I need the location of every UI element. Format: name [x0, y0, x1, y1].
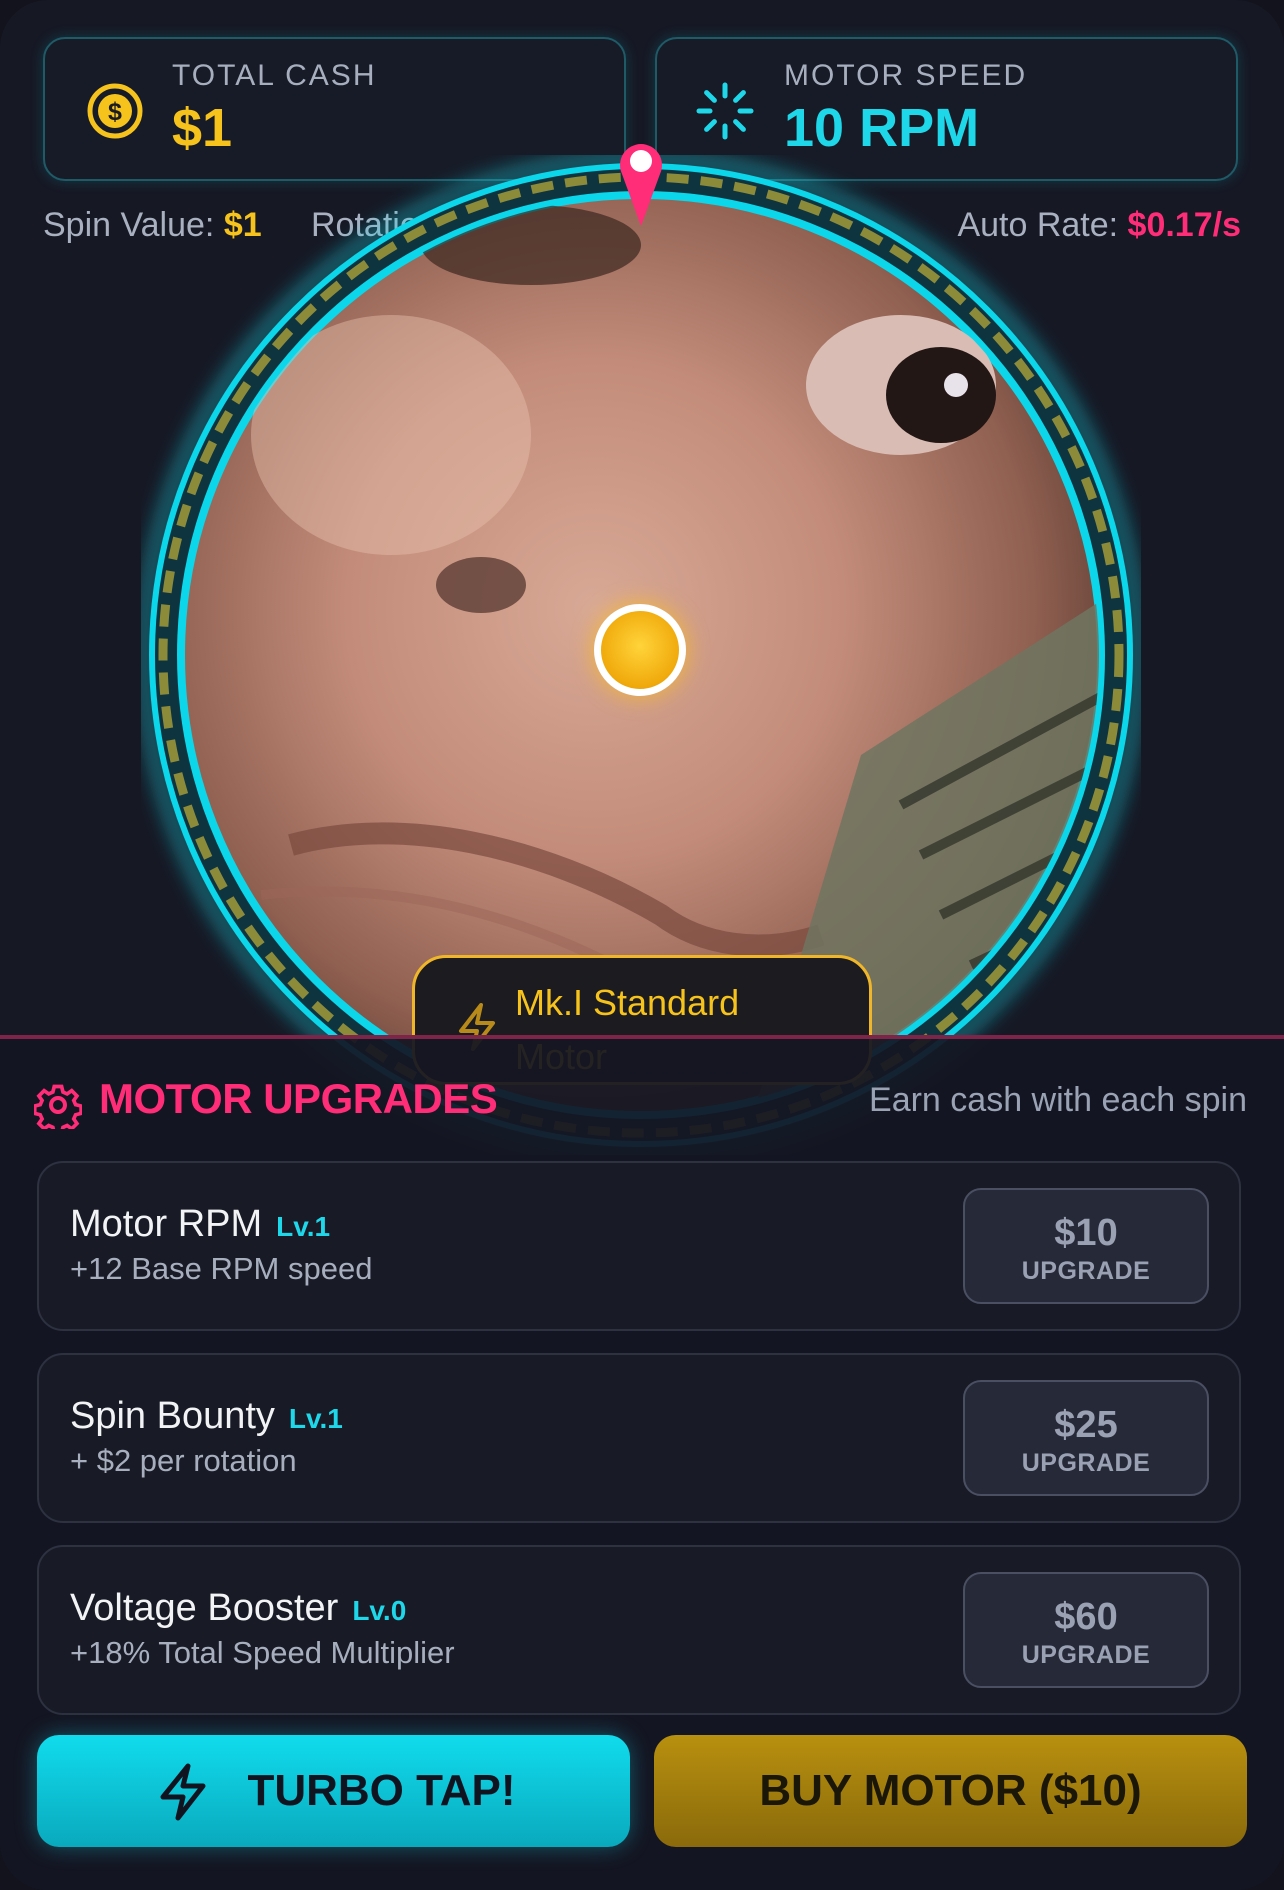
upgrade-spin-bounty-button[interactable]: $25 UPGRADE: [963, 1380, 1209, 1496]
upgrade-description: +12 Base RPM speed: [70, 1251, 373, 1286]
dollar-coin-icon: $: [87, 83, 143, 139]
pointer-icon: [620, 144, 662, 226]
upgrade-price: $10: [1054, 1212, 1118, 1254]
cash-label: TOTAL CASH: [172, 59, 377, 92]
upgrade-description: +18% Total Speed Multiplier: [70, 1635, 455, 1670]
spinner-icon: [696, 82, 754, 140]
upgrade-name-row: Spin Bounty Lv.1: [70, 1395, 343, 1438]
svg-text:$: $: [108, 98, 122, 126]
upgrade-price: $60: [1054, 1596, 1118, 1638]
gear-icon: [34, 1084, 82, 1129]
cash-value: $1: [172, 98, 233, 158]
upgrade-motor-rpm-button[interactable]: $10 UPGRADE: [963, 1188, 1209, 1304]
upgrade-name-row: Voltage Booster Lv.0: [70, 1587, 406, 1630]
buy-motor-label: BUY MOTOR ($10): [759, 1766, 1142, 1815]
upgrade-button-label: UPGRADE: [1021, 1257, 1151, 1285]
upgrade-spin-bounty: Spin Bounty Lv.1 + $2 per rotation $25 UP…: [37, 1353, 1241, 1523]
turbo-tap-label: TURBO TAP!: [247, 1766, 516, 1815]
upgrade-description: + $2 per rotation: [70, 1443, 297, 1478]
upgrade-voltage-booster-button[interactable]: $60 UPGRADE: [963, 1572, 1209, 1688]
upgrades-list[interactable]: Motor RPM Lv.1 +12 Base RPM speed $10 UPG…: [37, 1161, 1241, 1746]
upgrade-button-label: UPGRADE: [1021, 1449, 1151, 1477]
auto-rate-value: $0.17/s: [1127, 206, 1241, 244]
upgrade-level: Lv.1: [288, 1403, 343, 1434]
upgrade-name-row: Motor RPM Lv.1: [70, 1203, 330, 1246]
turbo-tap-button[interactable]: TURBO TAP!: [37, 1735, 630, 1847]
upgrade-name: Spin Bounty: [70, 1395, 275, 1437]
upgrades-subtitle: Earn cash with each spin: [869, 1081, 1247, 1119]
upgrade-level: Lv.1: [276, 1211, 331, 1242]
wheel-hub[interactable]: [594, 604, 686, 696]
upgrade-motor-rpm: Motor RPM Lv.1 +12 Base RPM speed $10 UPG…: [37, 1161, 1241, 1331]
buy-motor-button[interactable]: BUY MOTOR ($10): [654, 1735, 1247, 1847]
game-screen: $ TOTAL CASH $1 MOTOR SPEED 10 RPM Spin …: [0, 0, 1284, 1890]
upgrades-title: MOTOR UPGRADES: [99, 1075, 498, 1122]
upgrade-name: Motor RPM: [70, 1203, 263, 1245]
upgrade-name: Voltage Booster: [70, 1587, 339, 1629]
speed-label: MOTOR SPEED: [784, 59, 1028, 92]
upgrade-level: Lv.0: [352, 1595, 407, 1626]
speed-value: 10 RPM: [784, 98, 980, 158]
upgrade-price: $25: [1054, 1404, 1118, 1446]
upgrade-button-label: UPGRADE: [1021, 1641, 1151, 1669]
upgrade-voltage-booster: Voltage Booster Lv.0 +18% Total Speed Mul…: [37, 1545, 1241, 1715]
bolt-icon: [160, 1763, 206, 1821]
